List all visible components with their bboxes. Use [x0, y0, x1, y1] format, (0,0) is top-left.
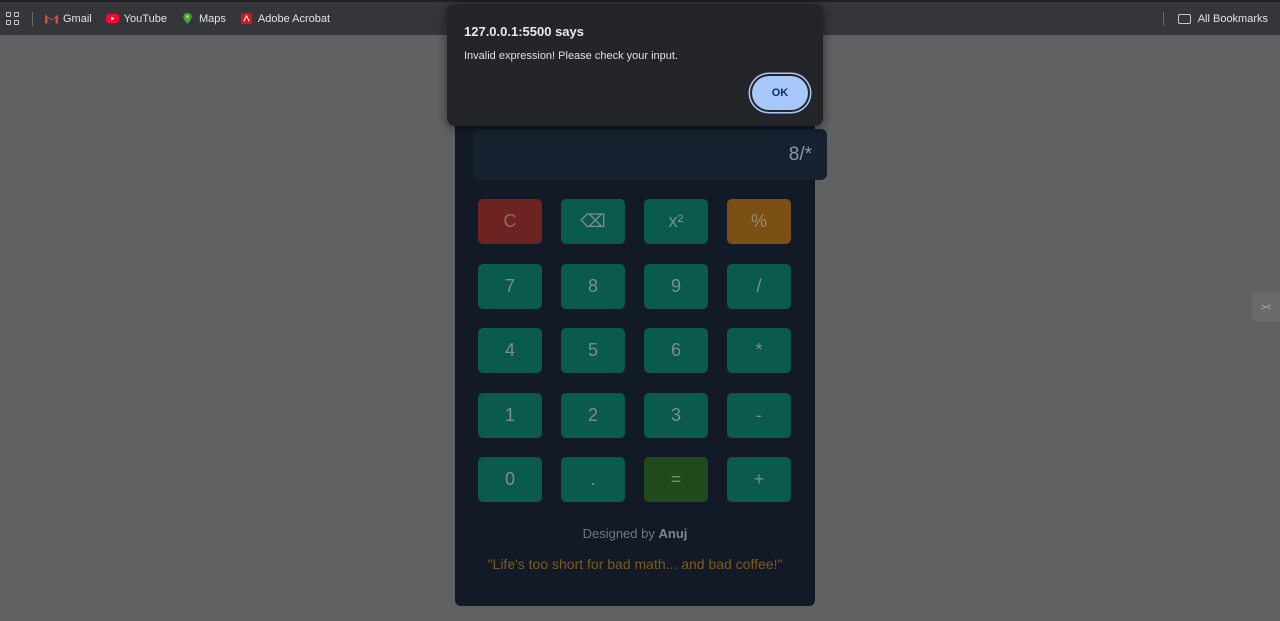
- bookmark-maps[interactable]: Maps: [181, 13, 226, 25]
- percent-button[interactable]: %: [727, 199, 791, 244]
- bookmark-youtube[interactable]: YouTube: [105, 12, 167, 25]
- designed-by-prefix: Designed by: [582, 526, 655, 541]
- ok-button[interactable]: OK: [752, 76, 808, 110]
- designer-name: Anuj: [658, 526, 688, 541]
- digit-9-button[interactable]: 9: [644, 264, 708, 309]
- all-bookmarks-label: All Bookmarks: [1197, 12, 1268, 25]
- maps-icon: [183, 13, 192, 24]
- folder-icon: [1177, 13, 1191, 24]
- bookmark-label: Gmail: [63, 12, 92, 25]
- dialog-title: 127.0.0.1:5500 says: [464, 24, 584, 39]
- equals-button[interactable]: =: [644, 457, 708, 502]
- digit-8-button[interactable]: 8: [561, 264, 625, 309]
- gmail-icon: [45, 14, 58, 24]
- digit-3-button[interactable]: 3: [644, 393, 708, 438]
- separator: [32, 11, 33, 26]
- subtract-button[interactable]: -: [727, 393, 791, 438]
- apps-grid-icon[interactable]: [6, 11, 20, 26]
- digit-4-button[interactable]: 4: [478, 328, 542, 373]
- designer-credit: Designed by Anuj: [455, 526, 815, 541]
- acrobat-icon: [240, 13, 252, 24]
- digit-7-button[interactable]: 7: [478, 264, 542, 309]
- separator: [1162, 11, 1164, 26]
- alert-dialog: 127.0.0.1:5500 says Invalid expression! …: [447, 4, 823, 126]
- digit-1-button[interactable]: 1: [478, 393, 542, 438]
- clear-button[interactable]: C: [478, 199, 542, 244]
- digit-5-button[interactable]: 5: [561, 328, 625, 373]
- youtube-icon: [105, 13, 119, 24]
- bookmark-label: Maps: [198, 12, 226, 25]
- digit-2-button[interactable]: 2: [561, 393, 625, 438]
- bookmark-gmail[interactable]: Gmail: [45, 13, 92, 25]
- bookmark-acrobat[interactable]: Adobe Acrobat: [240, 13, 330, 25]
- dialog-message: Invalid expression! Please check your in…: [464, 50, 679, 62]
- all-bookmarks-button[interactable]: All Bookmarks: [1177, 12, 1268, 25]
- quote-text: "Life's too short for bad math... and ba…: [487, 556, 783, 572]
- calculator-display: 8/*: [473, 129, 827, 180]
- multiply-button[interactable]: *: [727, 328, 791, 373]
- square-button[interactable]: x²: [644, 199, 708, 244]
- add-button[interactable]: +: [727, 457, 791, 502]
- bookmark-label: YouTube: [123, 12, 167, 25]
- digit-6-button[interactable]: 6: [644, 328, 708, 373]
- digit-0-button[interactable]: 0: [478, 457, 542, 502]
- backspace-button[interactable]: ⌫: [561, 199, 625, 244]
- decimal-button[interactable]: .: [561, 457, 625, 502]
- side-panel-toggle-icon[interactable]: ><: [1252, 292, 1280, 322]
- bookmark-label: Adobe Acrobat: [257, 12, 331, 25]
- divide-button[interactable]: /: [727, 264, 791, 309]
